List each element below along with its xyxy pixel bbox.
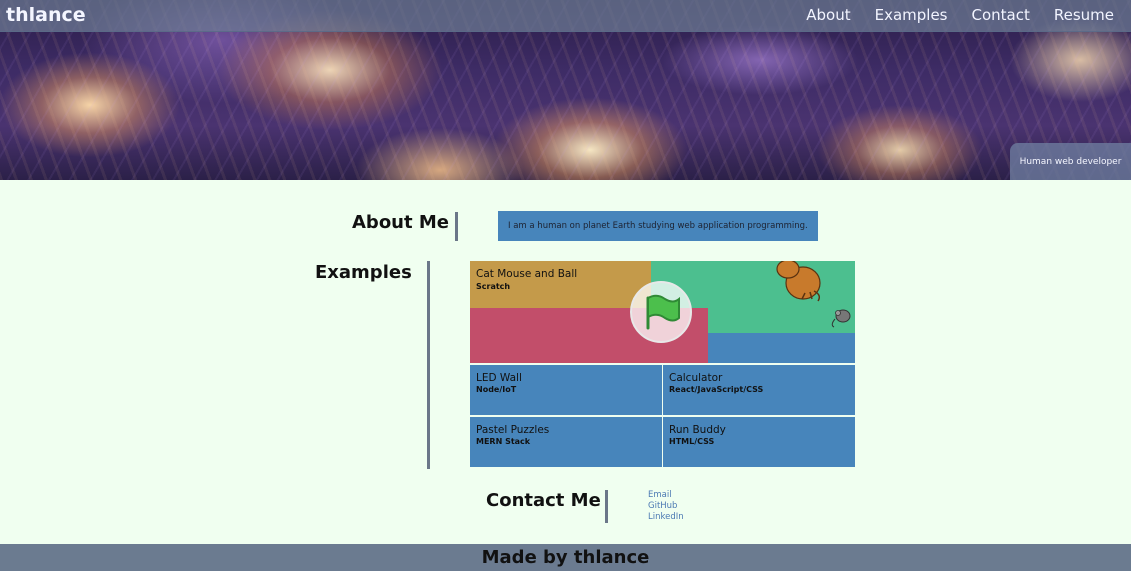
nav-link-about[interactable]: About (806, 6, 850, 24)
project-title: Pastel Puzzles (476, 424, 550, 436)
project-subtitle: HTML/CSS (669, 437, 715, 446)
project-title: Run Buddy (669, 424, 726, 436)
examples-divider (427, 261, 430, 469)
project-subtitle: React/JavaScript/CSS (669, 385, 764, 394)
contact-links: Email GitHub LinkedIn (648, 490, 684, 523)
nav-link-contact[interactable]: Contact (972, 6, 1030, 24)
project-subtitle: MERN Stack (476, 437, 531, 446)
project-tile-calculator[interactable]: Calculator React/JavaScript/CSS (663, 365, 855, 415)
about-heading: About Me (352, 212, 449, 233)
project-tile-run-buddy[interactable]: Run Buddy HTML/CSS (663, 417, 855, 467)
top-navbar: thlance About Examples Contact Resume (0, 0, 1131, 32)
contact-link-email[interactable]: Email (648, 490, 684, 501)
nav-link-examples[interactable]: Examples (875, 6, 948, 24)
featured-project-title: Cat Mouse and Ball (476, 268, 578, 280)
contact-divider (605, 490, 608, 523)
hero-tagline: Human web developer (1010, 143, 1131, 180)
about-text-box: I am a human on planet Earth studying we… (498, 211, 818, 241)
about-text: I am a human on planet Earth studying we… (508, 221, 808, 231)
project-tile-pastel-puzzles[interactable]: Pastel Puzzles MERN Stack (470, 417, 662, 467)
nav-links: About Examples Contact Resume (806, 6, 1114, 24)
nav-link-resume[interactable]: Resume (1054, 6, 1114, 24)
footer: Made by thlance (0, 544, 1131, 571)
featured-project-subtitle: Scratch (476, 282, 511, 291)
project-title: LED Wall (476, 372, 522, 384)
green-flag-icon[interactable] (630, 281, 692, 343)
footer-text: Made by thlance (481, 547, 650, 568)
project-tile-led-wall[interactable]: LED Wall Node/IoT (470, 365, 662, 415)
project-grid: LED Wall Node/IoT Calculator React/JavaS… (470, 365, 855, 467)
project-subtitle: Node/IoT (476, 385, 517, 394)
examples-heading: Examples (315, 262, 412, 283)
contact-link-linkedin[interactable]: LinkedIn (648, 512, 684, 523)
contact-link-github[interactable]: GitHub (648, 501, 684, 512)
featured-project-cat-mouse-ball[interactable]: Cat Mouse and Ball Scratch (470, 261, 855, 363)
project-title: Calculator (669, 372, 723, 384)
contact-heading: Contact Me (486, 490, 601, 511)
about-divider (455, 212, 458, 241)
brand-logo[interactable]: thlance (6, 4, 86, 26)
